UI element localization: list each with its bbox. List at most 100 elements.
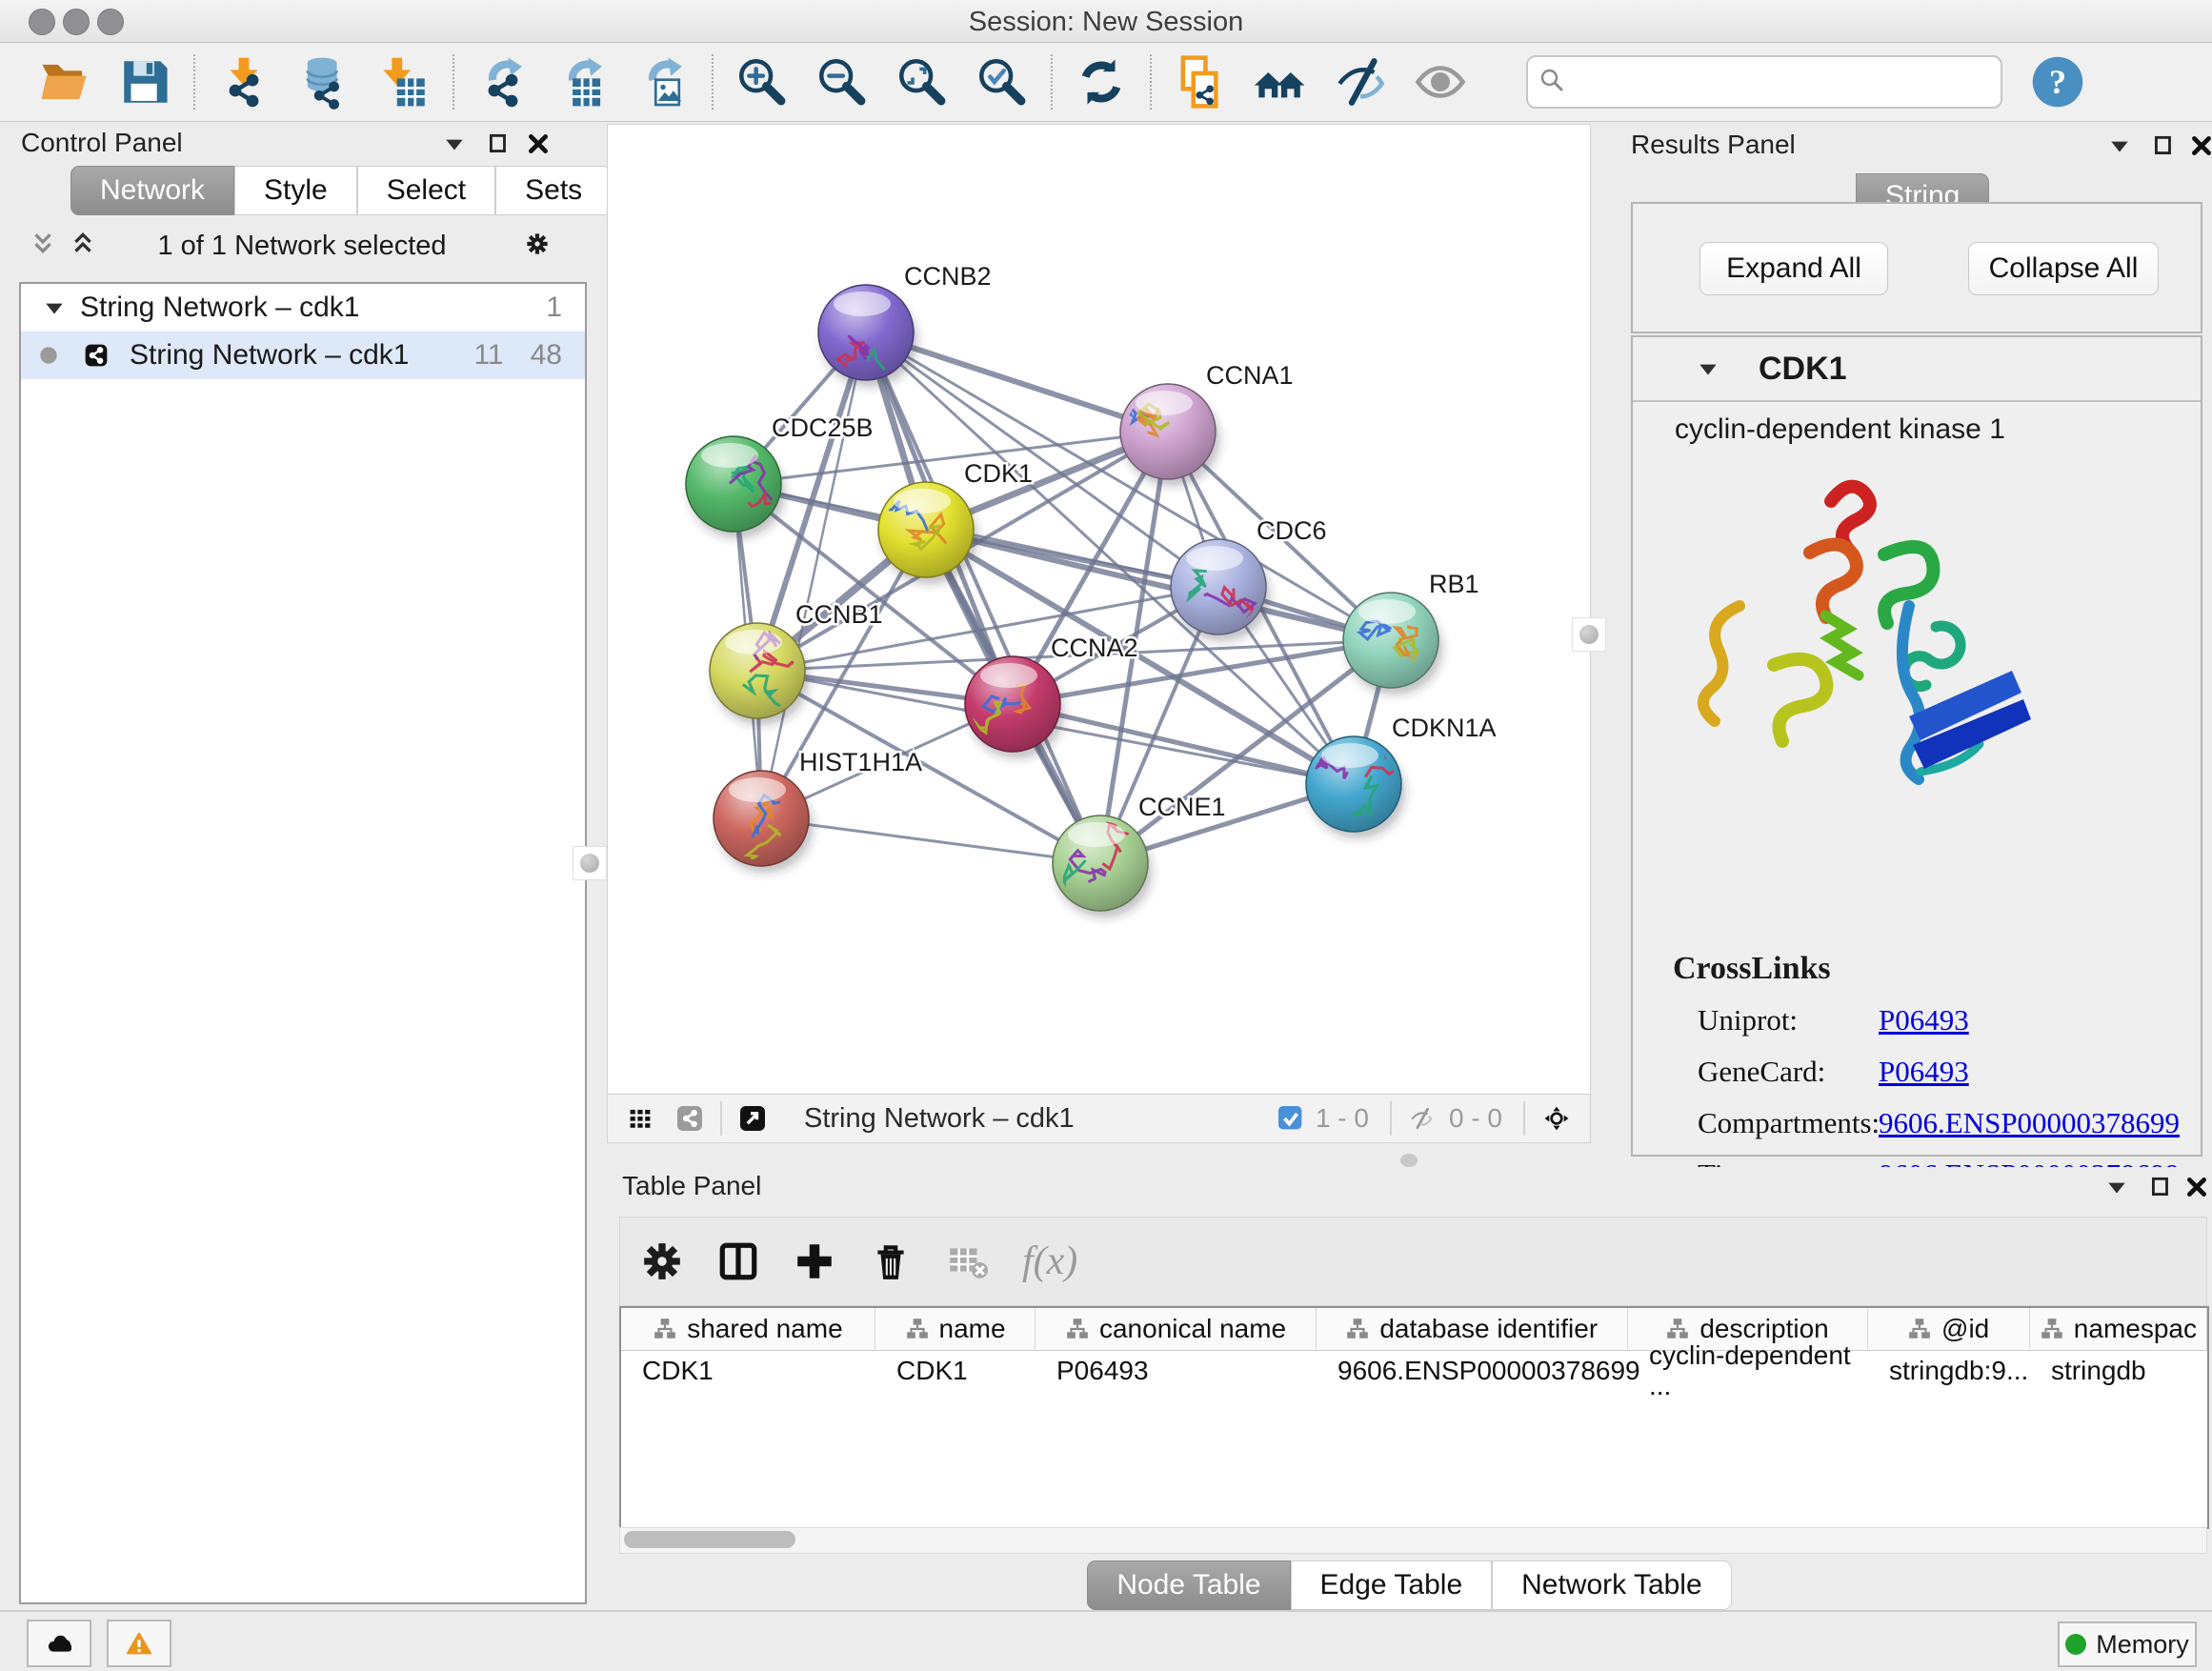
node-label: RB1 bbox=[1429, 570, 1479, 598]
apply-layout-icon[interactable] bbox=[1072, 52, 1131, 111]
table-settings-gear-icon[interactable] bbox=[637, 1237, 687, 1286]
column-header-shared-name[interactable]: shared name bbox=[621, 1308, 875, 1350]
export-table-icon[interactable] bbox=[553, 52, 613, 111]
network-node-RB1[interactable]: RB1 bbox=[1343, 570, 1479, 695]
column-header-canonical-name[interactable]: canonical name bbox=[1036, 1308, 1317, 1350]
panel-close-icon[interactable] bbox=[526, 131, 551, 156]
network-canvas[interactable]: CCNB2 CCNA1 CDC25B CDK1 CDC6 bbox=[607, 124, 1591, 1096]
network-edges bbox=[734, 332, 1391, 863]
zoom-out-icon[interactable] bbox=[813, 52, 872, 111]
horizontal-scrollbar[interactable] bbox=[619, 1527, 2207, 1554]
selected-checkbox-icon[interactable] bbox=[1276, 1103, 1306, 1134]
hidden-eye-slash-icon[interactable] bbox=[1403, 1100, 1439, 1137]
panel-collapse-icon[interactable] bbox=[2104, 1175, 2129, 1199]
show-columns-icon[interactable] bbox=[714, 1237, 763, 1286]
hide-selected-icon[interactable] bbox=[1331, 52, 1390, 111]
grid-mode-icon[interactable] bbox=[621, 1099, 659, 1137]
scrollbar-thumb[interactable] bbox=[624, 1531, 795, 1548]
network-badge-share-icon[interactable] bbox=[671, 1099, 709, 1137]
table-cell: CDK1 bbox=[875, 1351, 1036, 1391]
edge-count: 48 bbox=[531, 339, 562, 372]
add-column-icon[interactable] bbox=[790, 1237, 839, 1286]
panel-collapse-icon[interactable] bbox=[442, 131, 467, 156]
collapse-all-networks-icon[interactable] bbox=[30, 231, 55, 255]
search-box[interactable] bbox=[1526, 55, 2002, 109]
import-database-icon[interactable] bbox=[294, 52, 353, 111]
import-table-icon[interactable] bbox=[374, 52, 433, 111]
crosslink-value[interactable]: P06493 bbox=[1879, 1055, 1969, 1089]
panel-close-icon[interactable] bbox=[2184, 1175, 2209, 1199]
panel-collapse-icon[interactable] bbox=[2107, 133, 2132, 158]
horizontal-splitter-dot[interactable] bbox=[1400, 1154, 1418, 1167]
export-network-icon[interactable] bbox=[473, 52, 533, 111]
node-label: CDC6 bbox=[1257, 516, 1327, 545]
table-cell: stringdb bbox=[2030, 1351, 2207, 1391]
network-tree-row[interactable]: String Network – cdk1 11 48 bbox=[21, 332, 585, 379]
crosslink-value[interactable]: P06493 bbox=[1879, 1003, 1969, 1037]
network-options-gear-icon[interactable] bbox=[518, 225, 556, 263]
network-node-CDC6[interactable]: CDC6 bbox=[1171, 516, 1327, 641]
gene-expander-icon[interactable] bbox=[1696, 356, 1720, 381]
zoom-in-icon[interactable] bbox=[733, 52, 792, 111]
save-session-icon[interactable] bbox=[115, 52, 174, 111]
delete-column-icon[interactable] bbox=[866, 1237, 915, 1286]
right-splitter-handle[interactable] bbox=[1572, 617, 1606, 652]
tab-style[interactable]: Style bbox=[234, 166, 357, 215]
open-session-icon[interactable] bbox=[35, 52, 94, 111]
table-cell: cyclin-dependent ... bbox=[1628, 1351, 1868, 1391]
network-node-HIST1H1A[interactable]: HIST1H1A bbox=[714, 748, 922, 873]
crosslink-row: Compartments: 9606.ENSP00000378699 bbox=[1633, 1097, 2201, 1149]
search-input[interactable] bbox=[1576, 67, 2001, 98]
birdseye-view-icon[interactable] bbox=[734, 1099, 772, 1137]
table-cell: stringdb:9... bbox=[1868, 1351, 2030, 1391]
panel-float-icon[interactable] bbox=[486, 131, 511, 156]
left-splitter-handle[interactable] bbox=[573, 846, 607, 880]
tab-network-table[interactable]: Network Table bbox=[1492, 1560, 1732, 1610]
help-icon[interactable]: ? bbox=[2029, 53, 2086, 111]
control-panel-title: Control Panel bbox=[21, 128, 183, 158]
current-network-bullet-icon bbox=[36, 343, 61, 368]
panel-close-icon[interactable] bbox=[2189, 133, 2212, 158]
tab-network[interactable]: Network bbox=[70, 166, 234, 215]
copy-network-icon[interactable] bbox=[1171, 52, 1230, 111]
network-nodes: CCNB2 CCNA1 CDC25B CDK1 CDC6 bbox=[686, 262, 1497, 917]
tab-edge-table[interactable]: Edge Table bbox=[1291, 1560, 1493, 1610]
collapse-all-button[interactable]: Collapse All bbox=[1968, 242, 2159, 295]
panel-float-icon[interactable] bbox=[2151, 133, 2176, 158]
node-table[interactable]: shared name name canonical name database… bbox=[619, 1306, 2209, 1529]
column-header-namespac[interactable]: namespac bbox=[2030, 1308, 2207, 1350]
delete-table-icon bbox=[942, 1237, 992, 1286]
warnings-button[interactable] bbox=[107, 1620, 171, 1667]
export-image-icon[interactable] bbox=[633, 52, 693, 111]
expand-all-networks-icon[interactable] bbox=[70, 231, 95, 255]
network-node-CDK1[interactable]: CDK1 bbox=[877, 459, 1033, 584]
expand-all-button[interactable]: Expand All bbox=[1699, 242, 1888, 295]
hierarchy-icon bbox=[1907, 1317, 1932, 1341]
tree-expander-icon[interactable] bbox=[42, 295, 67, 320]
crosslink-value[interactable]: 9606.ENSP00000378699 bbox=[1879, 1106, 2180, 1140]
panel-float-icon[interactable] bbox=[2148, 1175, 2173, 1199]
column-header-database-identifier[interactable]: database identifier bbox=[1317, 1308, 1628, 1350]
network-node-CCNA1[interactable]: CCNA1 bbox=[1117, 361, 1294, 486]
tab-sets[interactable]: Sets bbox=[495, 166, 612, 215]
cloud-status-button[interactable] bbox=[27, 1620, 91, 1667]
network-tree-root-row[interactable]: String Network – cdk1 1 bbox=[21, 284, 585, 332]
string-home-icon[interactable] bbox=[1251, 52, 1310, 111]
column-header-name[interactable]: name bbox=[875, 1308, 1036, 1350]
gene-header-row[interactable]: CDK1 bbox=[1633, 337, 2201, 402]
tab-node-table[interactable]: Node Table bbox=[1087, 1560, 1290, 1610]
import-network-icon[interactable] bbox=[214, 52, 273, 111]
network-node-CCNB1[interactable]: CCNB1 bbox=[710, 600, 883, 725]
show-all-icon[interactable] bbox=[1411, 52, 1470, 111]
table-row[interactable]: CDK1CDK1P064939606.ENSP00000378699cyclin… bbox=[621, 1351, 2207, 1391]
zoom-selected-icon[interactable] bbox=[973, 52, 1032, 111]
node-label: CCNB1 bbox=[795, 600, 883, 629]
fit-crosshair-icon[interactable] bbox=[1537, 1098, 1577, 1138]
network-node-CDKN1A[interactable]: CDKN1A bbox=[1306, 714, 1497, 838]
memory-button[interactable]: Memory bbox=[2058, 1621, 2197, 1667]
main-toolbar: ? bbox=[0, 43, 2212, 122]
tab-select[interactable]: Select bbox=[357, 166, 495, 215]
table-cell: CDK1 bbox=[621, 1351, 875, 1391]
zoom-fit-icon[interactable] bbox=[893, 52, 952, 111]
column-header--id[interactable]: @id bbox=[1868, 1308, 2030, 1350]
